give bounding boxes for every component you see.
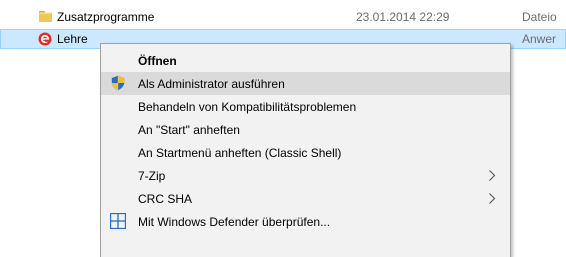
file-name: Lehre: [57, 32, 88, 46]
menu-item-windows-defender[interactable]: Mit Windows Defender überprüfen...: [101, 210, 510, 233]
windows-defender-icon: [110, 213, 126, 229]
menu-item-label: An "Start" anheften: [138, 123, 240, 137]
menu-item-label: 7-Zip: [138, 169, 166, 183]
file-type: Dateio: [522, 10, 557, 24]
menu-item-label: CRC SHA: [138, 192, 193, 206]
menu-item-compatibility[interactable]: Behandeln von Kompatibilitätsproblemen: [101, 95, 510, 118]
menu-item-pin-classic-shell[interactable]: An Startmenü anheften (Classic Shell): [101, 141, 510, 164]
uac-shield-icon: [111, 75, 125, 91]
context-menu: Öffnen Als Administrator ausführen Behan…: [100, 43, 511, 257]
menu-item-label: Mit Windows Defender überprüfen...: [138, 215, 331, 229]
menu-item-7zip[interactable]: 7-Zip: [101, 164, 510, 187]
folder-icon: [39, 11, 52, 22]
menu-item-label: Behandeln von Kompatibilitätsproblemen: [138, 100, 357, 114]
file-row-zusatzprogramme[interactable]: Zusatzprogramme 23.01.2014 22:29 Dateio: [0, 7, 566, 27]
chevron-right-icon: [489, 193, 496, 204]
chevron-right-icon: [489, 170, 496, 181]
menu-item-run-as-admin[interactable]: Als Administrator ausführen: [101, 72, 510, 95]
file-type: Anwer: [522, 32, 557, 46]
menu-item-crc-sha[interactable]: CRC SHA: [101, 187, 510, 210]
menu-item-label: Öffnen: [138, 54, 177, 68]
menu-item-label: An Startmenü anheften (Classic Shell): [138, 146, 342, 160]
file-name: Zusatzprogramme: [57, 10, 155, 24]
menu-item-pin-to-start[interactable]: An "Start" anheften: [101, 118, 510, 141]
file-date: 23.01.2014 22:29: [356, 10, 450, 24]
menu-item-label: Als Administrator ausführen: [138, 77, 285, 91]
menu-item-open[interactable]: Öffnen: [101, 49, 510, 72]
app-icon: [38, 32, 52, 46]
